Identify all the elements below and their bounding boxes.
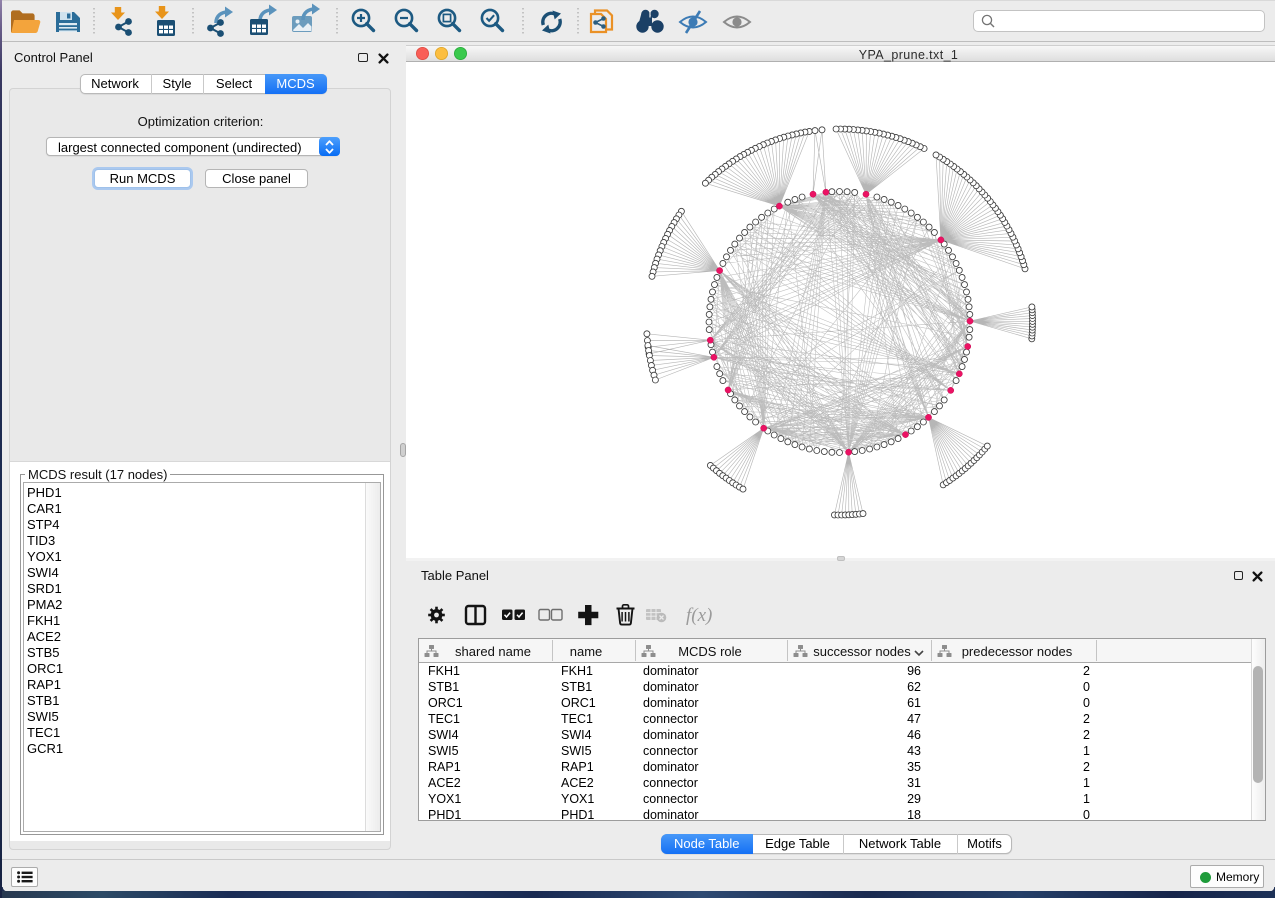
svg-text:f(x): f(x) xyxy=(686,605,712,626)
